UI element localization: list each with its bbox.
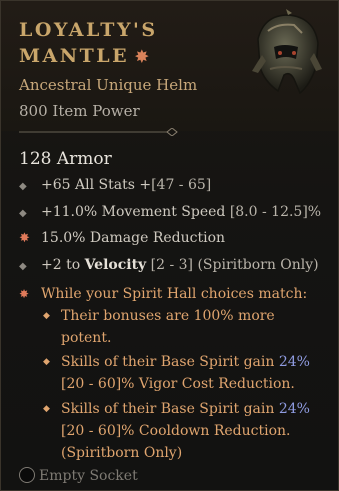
greater-affix-star-icon: ✸	[19, 231, 30, 246]
bullet-icon: ◆	[43, 357, 50, 367]
item-type: Ancestral Unique Helm	[19, 76, 198, 94]
divider-ornament-icon	[19, 128, 178, 136]
greater-affix-star-icon: ✸	[19, 287, 30, 301]
bullet-icon: ◆	[19, 208, 27, 219]
affix-all-stats: ◆ +65 All Stats +[47 - 65]	[19, 177, 212, 193]
item-tooltip: Loyalty's Mantle ✸ Ancestral Unique Helm …	[0, 0, 339, 491]
empty-socket: Empty Socket	[19, 467, 138, 484]
item-title: Loyalty's Mantle ✸	[19, 17, 249, 70]
bullet-icon: ◆	[19, 261, 27, 272]
unique-aspect-header: ✸ While your Spirit Hall choices match:	[19, 283, 334, 305]
affix-velocity: ◆ +2 to Velocity [2 - 3] (Spiritborn Only…	[19, 257, 319, 273]
armor-value: 128 Armor	[19, 149, 112, 169]
aspect-line-bonuses: ◆ Their bonuses are 100% more potent.	[43, 305, 333, 349]
unique-star-icon: ✸	[135, 47, 149, 66]
item-power: 800 Item Power	[19, 102, 140, 120]
affix-movement-speed: ◆ +11.0% Movement Speed [8.0 - 12.5]%	[19, 204, 322, 220]
aspect-line-vigor-cost: ◆ Skills of their Base Spirit gain 24% […	[43, 351, 333, 395]
aspect-line-cooldown: ◆ Skills of their Base Spirit gain 24% […	[43, 398, 333, 464]
bullet-icon: ◆	[43, 404, 50, 414]
affix-damage-reduction: ✸ 15.0% Damage Reduction	[19, 230, 226, 246]
bullet-icon: ◆	[43, 311, 50, 321]
bullet-icon: ◆	[19, 181, 27, 192]
socket-ring-icon	[19, 467, 35, 483]
helm-art-icon	[252, 9, 322, 95]
